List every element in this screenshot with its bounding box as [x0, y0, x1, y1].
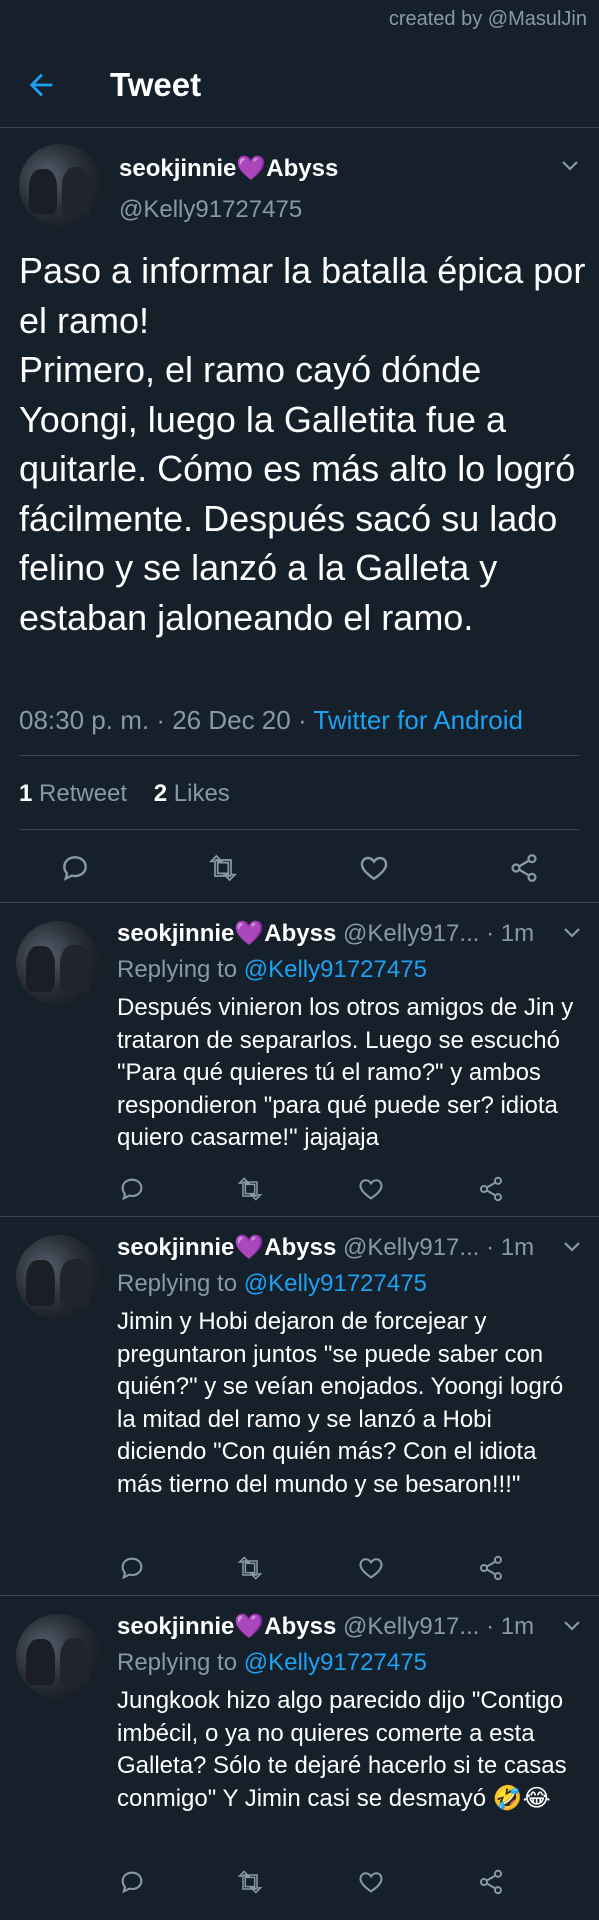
display-name[interactable]: seokjinnie💜Abyss	[117, 920, 336, 947]
reply-actions	[0, 1550, 599, 1590]
comment-icon[interactable]	[59, 852, 91, 884]
replying-to-link[interactable]: @Kelly91727475	[244, 1270, 427, 1297]
display-name[interactable]: seokjinnie💜Abyss	[117, 1234, 336, 1261]
share-icon[interactable]	[477, 1554, 505, 1582]
replying-to-link[interactable]: @Kelly91727475	[244, 956, 427, 983]
share-icon[interactable]	[508, 852, 540, 884]
reply-actions	[0, 1864, 599, 1904]
display-name[interactable]: seokjinnie💜Abyss	[119, 154, 338, 183]
divider	[19, 755, 579, 756]
top-bar: Tweet	[0, 42, 599, 128]
tweet-date: 26 Dec 20	[172, 705, 291, 735]
avatar[interactable]	[16, 921, 100, 1005]
watermark: created by @MasulJin	[388, 8, 587, 30]
avatar[interactable]	[16, 1235, 100, 1319]
replying-to: Replying to @Kelly91727475	[117, 956, 427, 984]
tweet-actions	[0, 844, 599, 894]
likes-count: 2	[153, 780, 168, 807]
reply-header: seokjinnie💜Abyss @Kelly917... · 1m	[117, 1613, 535, 1640]
heart-icon[interactable]	[357, 1554, 385, 1582]
replying-label: Replying to	[117, 1270, 238, 1297]
share-icon[interactable]	[477, 1868, 505, 1896]
likes-stat[interactable]: 2 Likes	[154, 780, 230, 807]
tweet-text: Paso a informar la batalla épica por el …	[19, 250, 586, 638]
retweet-label: Retweet	[39, 780, 128, 807]
user-handle[interactable]: @Kelly917...	[343, 1234, 479, 1261]
user-handle[interactable]: @Kelly917...	[343, 920, 479, 947]
chevron-down-icon[interactable]	[563, 1620, 581, 1632]
arrow-left-icon[interactable]	[24, 68, 58, 102]
comment-icon[interactable]	[118, 1175, 146, 1203]
avatar[interactable]	[19, 144, 101, 226]
reply-text: Después vinieron los otros amigos de Jin…	[117, 994, 574, 1151]
replying-label: Replying to	[117, 1649, 238, 1676]
retweet-icon[interactable]	[236, 1868, 264, 1896]
retweet-icon[interactable]	[207, 852, 239, 884]
reply-header: seokjinnie💜Abyss @Kelly917... · 1m	[117, 1234, 535, 1261]
chevron-down-icon[interactable]	[561, 160, 579, 172]
reply-actions	[0, 1171, 599, 1211]
tweet-time: 08:30 p. m.	[19, 705, 150, 735]
display-name[interactable]: seokjinnie💜Abyss	[117, 1613, 336, 1640]
heart-icon[interactable]	[358, 852, 390, 884]
replying-label: Replying to	[117, 956, 238, 983]
reply-header: seokjinnie💜Abyss @Kelly917... · 1m	[117, 920, 535, 947]
page-title: Tweet	[110, 66, 202, 103]
comment-icon[interactable]	[118, 1554, 146, 1582]
comment-icon[interactable]	[118, 1868, 146, 1896]
heart-icon[interactable]	[357, 1175, 385, 1203]
likes-label: Likes	[173, 780, 230, 807]
avatar[interactable]	[16, 1614, 100, 1698]
reply-tweet: seokjinnie💜Abyss @Kelly917... · 1m Reply…	[0, 903, 599, 1217]
reply-tweet: seokjinnie💜Abyss @Kelly917... · 1m Reply…	[0, 1596, 599, 1920]
reply-time: 1m	[500, 1234, 535, 1261]
retweet-icon[interactable]	[236, 1554, 264, 1582]
tweet-source-link[interactable]: Twitter for Android	[313, 705, 523, 735]
retweet-stat[interactable]: 1 Retweet	[19, 780, 127, 807]
replying-to: Replying to @Kelly91727475	[117, 1649, 427, 1677]
tweet-stats: 1 Retweet 2 Likes	[19, 780, 230, 808]
reply-time: 1m	[500, 1613, 535, 1640]
reply-tweet: seokjinnie💜Abyss @Kelly917... · 1m Reply…	[0, 1217, 599, 1596]
heart-icon[interactable]	[357, 1868, 385, 1896]
replying-to-link[interactable]: @Kelly91727475	[244, 1649, 427, 1676]
reply-text: Jungkook hizo algo parecido dijo "Contig…	[117, 1687, 567, 1812]
share-icon[interactable]	[477, 1175, 505, 1203]
divider	[19, 829, 579, 830]
tweet-meta: 08:30 p. m. · 26 Dec 20 · Twitter for An…	[19, 705, 523, 735]
reply-text: Jimin y Hobi dejaron de forcejear y preg…	[117, 1308, 564, 1498]
retweet-count: 1	[19, 780, 33, 807]
user-handle[interactable]: @Kelly917...	[343, 1613, 479, 1640]
retweet-icon[interactable]	[236, 1175, 264, 1203]
reply-time: 1m	[500, 920, 535, 947]
main-tweet: seokjinnie💜Abyss @Kelly91727475 Paso a i…	[0, 128, 599, 903]
user-handle[interactable]: @Kelly91727475	[119, 196, 302, 224]
replying-to: Replying to @Kelly91727475	[117, 1270, 427, 1298]
chevron-down-icon[interactable]	[563, 1241, 581, 1253]
chevron-down-icon[interactable]	[563, 927, 581, 939]
